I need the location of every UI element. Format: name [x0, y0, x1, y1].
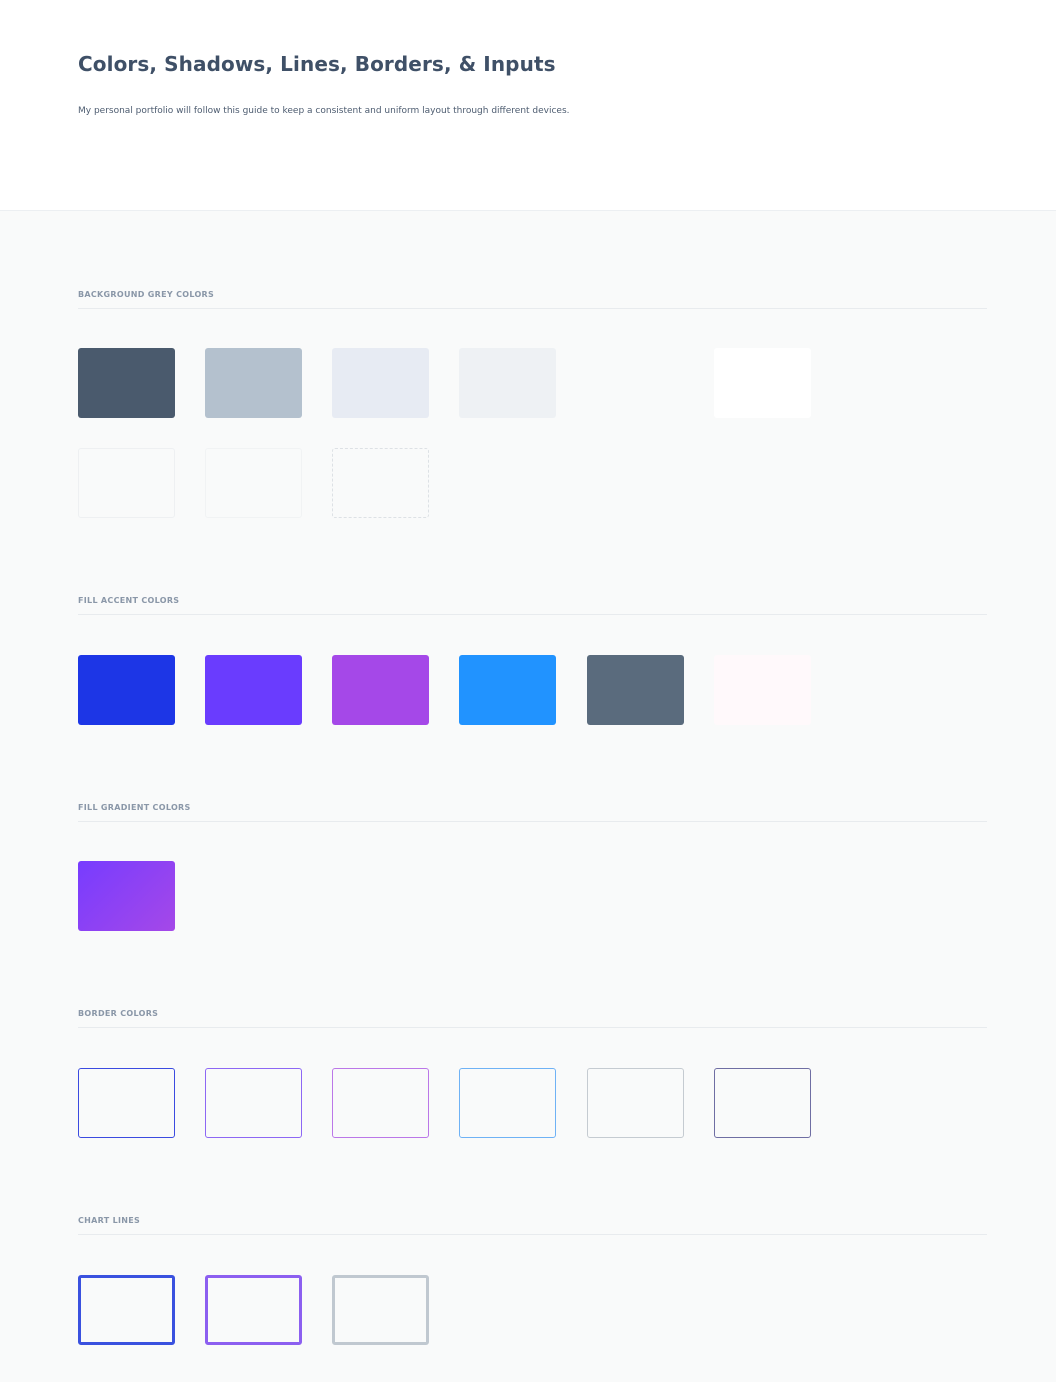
- border-swatch[interactable]: [332, 1068, 429, 1138]
- chart-line-swatch[interactable]: [78, 1275, 175, 1345]
- page-description: My personal portfolio will follow this g…: [78, 106, 570, 116]
- section-label-border-colors: BORDER COLORS: [78, 1009, 987, 1028]
- accent-swatch[interactable]: [587, 655, 684, 725]
- grey-swatch[interactable]: [714, 348, 811, 418]
- section-label-fill-accent: FILL ACCENT COLORS: [78, 596, 987, 615]
- accent-swatch[interactable]: [78, 655, 175, 725]
- grey-swatch[interactable]: [205, 348, 302, 418]
- chart-line-swatch[interactable]: [205, 1275, 302, 1345]
- grey-swatch-outlined[interactable]: [78, 448, 175, 518]
- section-label-fill-gradient: FILL GRADIENT COLORS: [78, 803, 987, 822]
- grey-swatch-outlined[interactable]: [205, 448, 302, 518]
- page-title: Colors, Shadows, Lines, Borders, & Input…: [78, 52, 556, 76]
- accent-swatch[interactable]: [332, 655, 429, 725]
- border-swatch[interactable]: [587, 1068, 684, 1138]
- grey-swatch[interactable]: [459, 348, 556, 418]
- border-swatch[interactable]: [78, 1068, 175, 1138]
- gradient-swatch[interactable]: [78, 861, 175, 931]
- border-swatch[interactable]: [205, 1068, 302, 1138]
- border-swatch[interactable]: [459, 1068, 556, 1138]
- border-swatch[interactable]: [714, 1068, 811, 1138]
- grey-swatch[interactable]: [78, 348, 175, 418]
- accent-swatch[interactable]: [205, 655, 302, 725]
- section-label-background-grey: BACKGROUND GREY COLORS: [78, 290, 987, 309]
- accent-swatch[interactable]: [714, 655, 811, 725]
- section-label-chart-lines: CHART LINES: [78, 1216, 987, 1235]
- grey-swatch-dashed[interactable]: [332, 448, 429, 518]
- accent-swatch[interactable]: [459, 655, 556, 725]
- grey-swatch[interactable]: [332, 348, 429, 418]
- header: Colors, Shadows, Lines, Borders, & Input…: [0, 0, 1056, 211]
- chart-line-swatch[interactable]: [332, 1275, 429, 1345]
